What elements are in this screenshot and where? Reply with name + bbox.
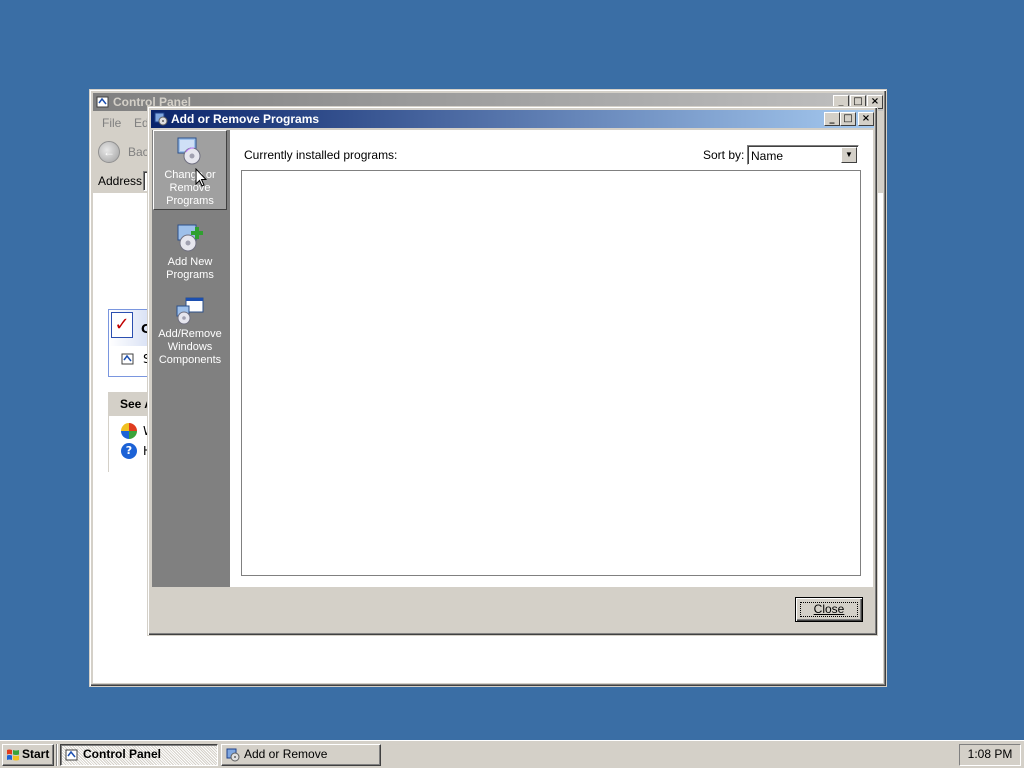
clock-label: 1:08 PM (967, 747, 1013, 761)
sidebar-item-change-remove-programs[interactable]: Change or Remove Programs (153, 130, 227, 210)
close-button-label: Close (813, 602, 845, 616)
close-window-button[interactable]: × (858, 112, 874, 126)
sort-by-select[interactable]: Name ▼ (747, 145, 859, 165)
windows-update-icon (121, 423, 137, 439)
add-remove-programs-icon (226, 748, 240, 762)
add-new-programs-icon (177, 224, 203, 252)
installed-programs-label: Currently installed programs: (244, 148, 398, 162)
dialog-title: Add or Remove Programs (171, 112, 320, 126)
change-remove-programs-icon (177, 137, 201, 165)
add-remove-programs-window[interactable]: Add or Remove Programs _ □ × Change or R… (147, 106, 878, 636)
windows-logo-icon (7, 749, 19, 761)
add-remove-programs-icon (154, 112, 168, 126)
taskbar-item-add-remove-programs[interactable]: Add or Remove Programs (221, 744, 381, 768)
mouse-cursor-icon (195, 168, 207, 187)
dropdown-arrow-icon[interactable]: ▼ (841, 147, 857, 163)
sidebar-item-label: Change or Remove Programs (164, 169, 216, 207)
back-arrow-icon: ← (98, 141, 120, 163)
control-panel-icon (65, 749, 78, 761)
sidebar-item-add-remove-windows-components[interactable]: Add/Remove Windows Components (153, 290, 227, 370)
taskbar-separator (56, 744, 58, 766)
taskbar-item-label: Control Panel (83, 747, 162, 761)
help-icon: ? (121, 443, 137, 459)
minimize-button[interactable]: _ (824, 112, 840, 126)
maximize-button[interactable]: □ (840, 112, 856, 126)
add-remove-windows-components-icon (176, 297, 204, 325)
programs-panel: Currently installed programs: Sort by: N… (230, 130, 873, 587)
task-sidebar: Change or Remove Programs Add New Progra… (152, 130, 230, 587)
control-panel-icon (96, 96, 109, 108)
close-button[interactable]: Close (795, 597, 863, 622)
control-panel-large-icon: ✓ (111, 312, 133, 338)
start-label: Start (22, 747, 50, 761)
taskbar-item-control-panel[interactable]: Control Panel (60, 744, 218, 766)
installed-programs-list[interactable] (241, 170, 861, 576)
start-button[interactable]: Start (2, 744, 54, 766)
address-label: Address (98, 174, 143, 188)
sort-by-label: Sort by: (703, 148, 745, 162)
taskbar-item-label: Add or Remove Programs (244, 747, 328, 768)
control-panel-small-icon (121, 353, 134, 365)
sidebar-item-label: Add New Programs (166, 256, 214, 281)
sort-by-value: Name (751, 149, 784, 163)
system-tray-clock[interactable]: 1:08 PM (959, 744, 1021, 766)
sidebar-item-label: Add/Remove Windows Components (158, 328, 222, 366)
add-remove-programs-titlebar[interactable]: Add or Remove Programs _ □ × (151, 110, 874, 128)
menu-file[interactable]: File (102, 116, 121, 130)
taskbar: Start Control Panel Add or Remove Progra… (0, 740, 1024, 768)
sidebar-item-add-new-programs[interactable]: Add New Programs (153, 218, 227, 282)
